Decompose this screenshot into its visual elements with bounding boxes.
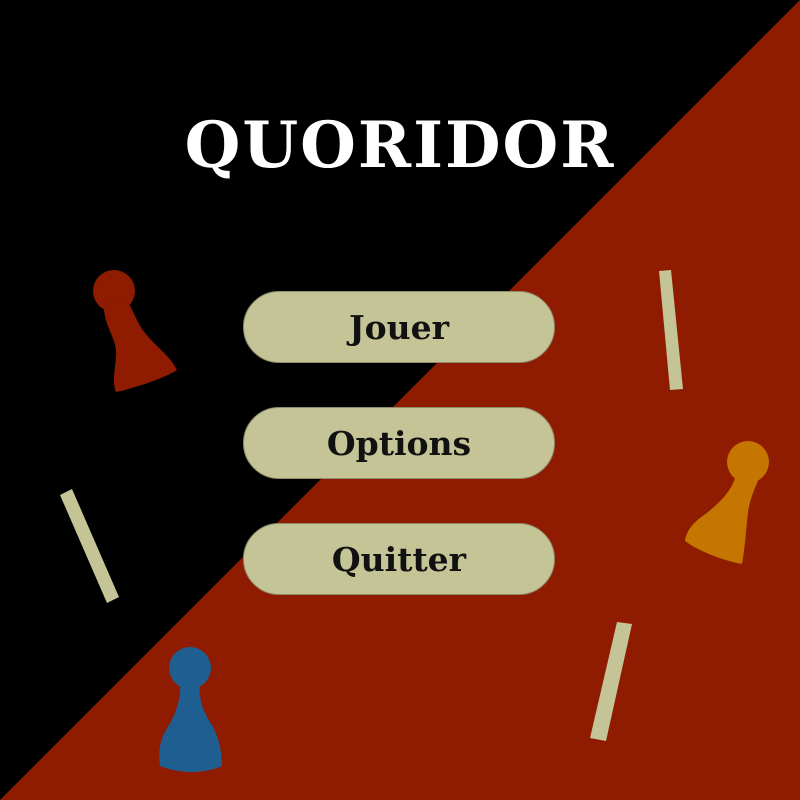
main-menu-screen: QUORIDOR Jouer Options Quitter bbox=[0, 0, 800, 800]
play-button[interactable]: Jouer bbox=[243, 291, 555, 363]
game-title: QUORIDOR bbox=[184, 108, 616, 183]
quit-button[interactable]: Quitter bbox=[243, 523, 555, 595]
options-button[interactable]: Options bbox=[243, 407, 555, 479]
